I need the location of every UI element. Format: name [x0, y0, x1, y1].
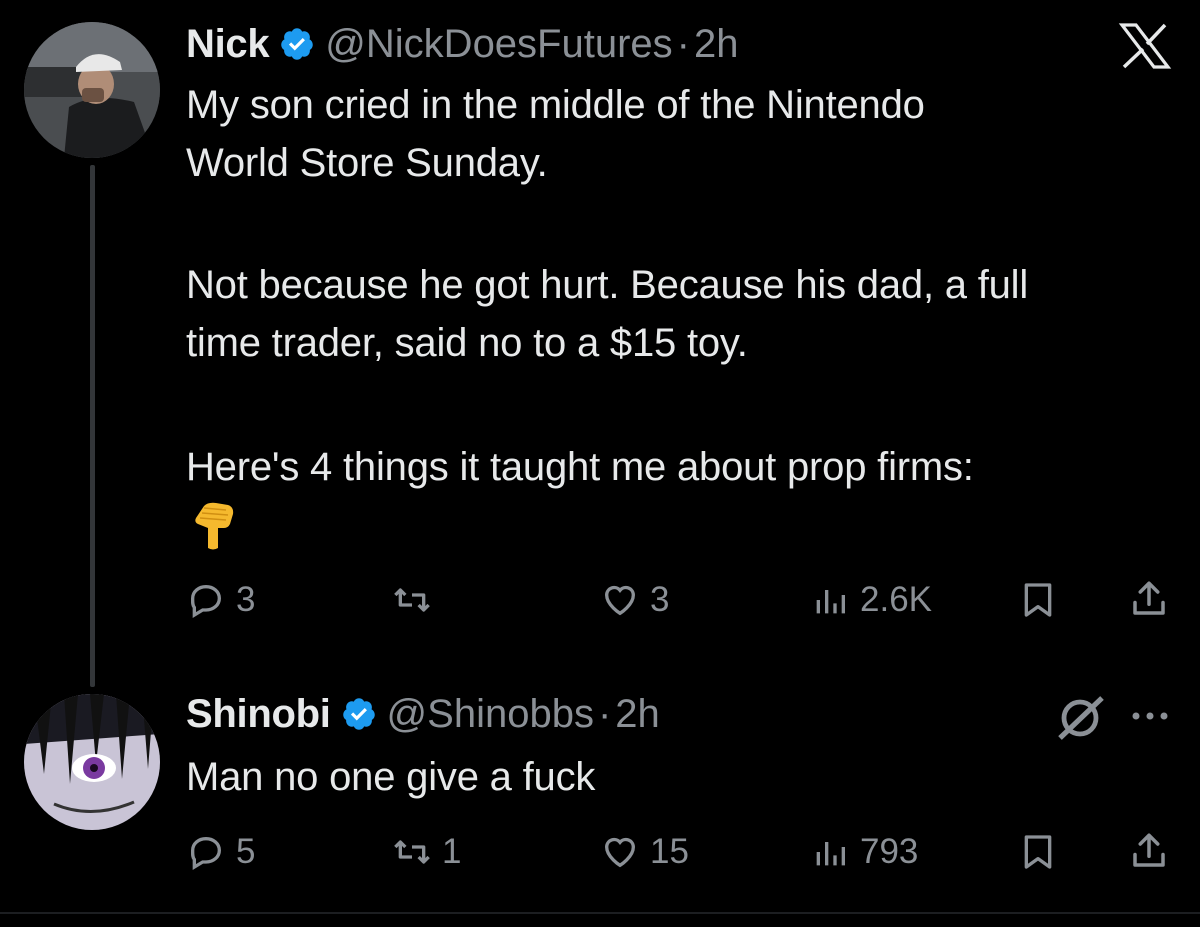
reply-button[interactable]: 5: [186, 832, 255, 872]
author-name[interactable]: Nick: [186, 22, 270, 67]
retweet-icon: [394, 588, 430, 612]
reply-button[interactable]: 3: [186, 580, 255, 620]
retweet-icon: [394, 840, 430, 864]
like-icon: [604, 585, 636, 616]
tweet-text: My son cried in the middle of the Ninten…: [186, 76, 1186, 192]
tweet-header: Nick @NickDoesFutures · 2h: [186, 20, 739, 68]
share-icon[interactable]: [1128, 830, 1170, 872]
views-button[interactable]: 793: [810, 832, 918, 872]
author-handle[interactable]: @NickDoesFutures: [325, 22, 672, 67]
x-logo-icon: [1118, 23, 1172, 69]
like-icon: [604, 837, 636, 868]
bookmark-icon[interactable]: [1018, 580, 1058, 620]
tweet-line: Not because he got hurt. Because his dad…: [186, 263, 1029, 307]
retweet-count: 1: [442, 832, 462, 871]
verified-badge-icon: [342, 698, 375, 730]
tweet-line: Here's 4 things it taught me about prop …: [186, 445, 974, 489]
tweet-line: My son cried in the middle of the Ninten…: [186, 83, 925, 127]
views-count: 2.6K: [860, 580, 932, 619]
grok-icon[interactable]: [1054, 694, 1106, 742]
bookmark-icon[interactable]: [1018, 832, 1058, 872]
verified-badge-icon: [281, 28, 314, 60]
pointing-down-emoji-icon: [195, 502, 234, 550]
like-button[interactable]: 15: [600, 832, 689, 872]
tweet-text-para-2: Not because he got hurt. Because his dad…: [186, 256, 1196, 372]
timestamp[interactable]: 2h: [694, 22, 739, 67]
reply-count: 3: [236, 580, 256, 619]
like-count: 15: [650, 832, 689, 871]
share-icon[interactable]: [1128, 578, 1170, 620]
separator-dot: ·: [676, 21, 690, 66]
like-count: 3: [650, 580, 670, 619]
reply-line: Man no one give a fuck: [186, 755, 596, 799]
reply-icon: [190, 584, 222, 618]
separator-dot: ·: [597, 691, 612, 736]
reply-header: Shinobi @Shinobbs · 2h: [186, 690, 660, 738]
avatar[interactable]: [24, 22, 160, 158]
timestamp[interactable]: 2h: [615, 692, 660, 737]
author-name[interactable]: Shinobi: [186, 692, 331, 737]
thread-connector-line: [90, 165, 95, 687]
views-count: 793: [860, 832, 919, 871]
reply-icon: [190, 836, 222, 870]
retweet-button[interactable]: 1: [392, 832, 461, 872]
tweet-line: World Store Sunday.: [186, 141, 548, 185]
views-button[interactable]: 2.6K: [810, 580, 932, 620]
tweet-line: time trader, said no to a $15 toy.: [186, 321, 748, 365]
avatar-anime-icon: [24, 694, 160, 830]
tweet-text-para-3: Here's 4 things it taught me about prop …: [186, 438, 1186, 496]
reply-text: Man no one give a fuck: [186, 748, 1086, 806]
retweet-button[interactable]: [392, 580, 442, 620]
avatar-photo-icon: [24, 22, 160, 158]
author-handle[interactable]: @Shinobbs: [387, 692, 594, 737]
like-button[interactable]: 3: [600, 580, 669, 620]
divider: [0, 912, 1200, 914]
views-icon: [816, 590, 845, 614]
reply-count: 5: [236, 832, 256, 871]
more-icon[interactable]: [1130, 708, 1170, 724]
avatar[interactable]: [24, 694, 160, 830]
views-icon: [816, 842, 845, 866]
